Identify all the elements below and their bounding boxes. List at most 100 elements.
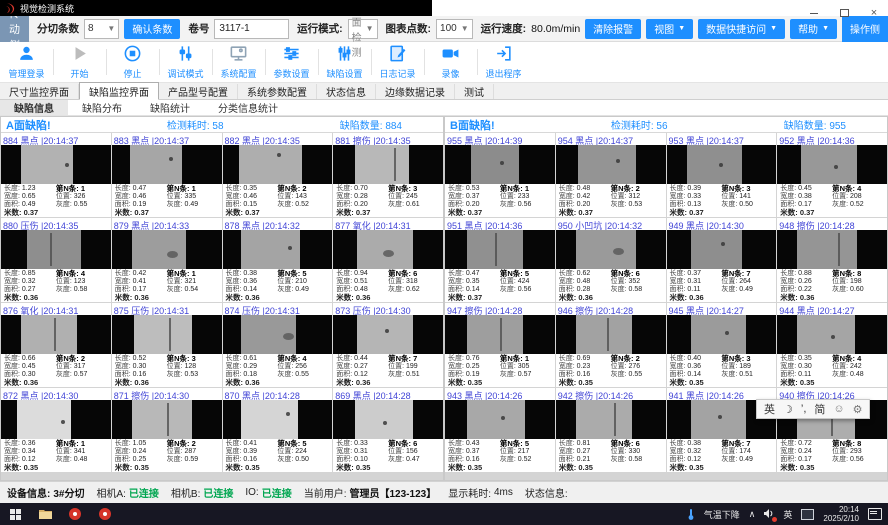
slit-count-select[interactable]: 8 ▼ xyxy=(84,19,119,39)
defect-cell[interactable]: 878 黑点 |20:14:32长度: 0.38宽度: 0.36面积: 0.14… xyxy=(223,218,333,302)
action-center-icon[interactable] xyxy=(868,508,882,520)
moon-icon[interactable]: ☽ xyxy=(783,403,793,416)
defect-cell[interactable]: 882 黑点 |20:14:35长度: 0.35宽度: 0.46面积: 0.15… xyxy=(223,133,333,217)
clear-alarm-button[interactable]: 清除报警 xyxy=(585,19,641,39)
defect-cell[interactable]: 872 黑点 |20:14:30长度: 0.36宽度: 0.34面积: 0.12… xyxy=(1,388,111,472)
simplified-chinese-toggle[interactable]: 简 xyxy=(814,401,825,417)
tab-边缘数据记录[interactable]: 边缘数据记录 xyxy=(376,84,455,99)
tool-defectset[interactable]: 缺陷设置 xyxy=(318,42,371,82)
defect-cell[interactable]: 871 擦伤 |20:14:30长度: 1.05宽度: 0.24面积: 0.25… xyxy=(112,388,222,472)
defect-image[interactable] xyxy=(777,315,887,354)
defect-image[interactable] xyxy=(777,145,887,184)
defect-image[interactable] xyxy=(1,230,111,269)
defect-image[interactable] xyxy=(333,315,443,354)
defect-cell[interactable]: 873 压伤 |20:14:30长度: 0.44宽度: 0.27面积: 0.12… xyxy=(333,303,443,387)
emoji-icon[interactable]: ☺ xyxy=(833,403,844,415)
defect-cell[interactable]: 942 擦伤 |20:14:26长度: 0.81宽度: 0.27面积: 0.21… xyxy=(556,388,666,472)
defect-cell[interactable]: 870 黑点 |20:14:28长度: 0.41宽度: 0.39面积: 0.16… xyxy=(223,388,333,472)
defect-image[interactable] xyxy=(777,230,887,269)
defect-image[interactable] xyxy=(556,400,666,439)
gear-icon[interactable]: ⚙ xyxy=(853,403,863,416)
tab-尺寸监控界面[interactable]: 尺寸监控界面 xyxy=(0,84,79,99)
defect-image[interactable] xyxy=(1,145,111,184)
defect-cell[interactable]: 955 黑点 |20:14:39长度: 0.53宽度: 0.37面积: 0.20… xyxy=(445,133,555,217)
tab-测试[interactable]: 测试 xyxy=(455,84,494,99)
operator-side-button[interactable]: 操作侧 xyxy=(842,16,888,42)
taskbar-clock[interactable]: 20:14 2025/2/10 xyxy=(823,505,859,523)
speaker-icon[interactable] xyxy=(764,509,774,520)
defect-image[interactable] xyxy=(112,230,222,269)
defect-cell[interactable]: 946 擦伤 |20:14:28长度: 0.69宽度: 0.23面积: 0.16… xyxy=(556,303,666,387)
defect-cell[interactable]: 869 黑点 |20:14:28长度: 0.33宽度: 0.31面积: 0.10… xyxy=(333,388,443,472)
tray-expand-chevron[interactable]: ∧ xyxy=(749,509,756,520)
view-menu-button[interactable]: 视图▼ xyxy=(646,19,693,39)
defect-cell[interactable]: 877 氧化 |20:14:31长度: 0.94宽度: 0.51面积: 0.48… xyxy=(333,218,443,302)
defect-image[interactable] xyxy=(112,315,222,354)
punctuation-icon[interactable]: ’, xyxy=(801,403,807,415)
defect-image[interactable] xyxy=(445,230,555,269)
defect-image[interactable] xyxy=(223,145,333,184)
weather-text[interactable]: 气温下降 xyxy=(704,508,740,521)
defect-image[interactable] xyxy=(556,315,666,354)
defect-image[interactable] xyxy=(333,400,443,439)
roll-number-input[interactable]: 3117-1 xyxy=(214,19,289,39)
defect-cell[interactable]: 954 黑点 |20:14:37长度: 0.48宽度: 0.42面积: 0.20… xyxy=(556,133,666,217)
help-menu-button[interactable]: 帮助▼ xyxy=(790,19,837,39)
tool-monitor[interactable]: 系统配置 xyxy=(212,42,265,82)
tool-params[interactable]: 参数设置 xyxy=(265,42,318,82)
defect-image[interactable] xyxy=(667,145,777,184)
defect-cell[interactable]: 944 黑点 |20:14:27长度: 0.35宽度: 0.30面积: 0.11… xyxy=(777,303,887,387)
defect-image[interactable] xyxy=(1,400,111,439)
defect-cell[interactable]: 945 黑点 |20:14:27长度: 0.40宽度: 0.36面积: 0.14… xyxy=(667,303,777,387)
defect-image[interactable] xyxy=(333,230,443,269)
tool-user[interactable]: 管理登录 xyxy=(0,42,53,82)
defect-image[interactable] xyxy=(667,315,777,354)
tool-play[interactable]: 开始 xyxy=(53,42,106,82)
tool-camera[interactable]: 录像 xyxy=(424,42,477,82)
defect-cell[interactable]: 952 黑点 |20:14:36长度: 0.45宽度: 0.38面积: 0.17… xyxy=(777,133,887,217)
defect-image[interactable] xyxy=(445,315,555,354)
run-mode-select[interactable]: 双面检测 ▼ xyxy=(348,19,378,39)
defect-image[interactable] xyxy=(556,145,666,184)
defect-cell[interactable]: 943 黑点 |20:14:26长度: 0.43宽度: 0.37面积: 0.16… xyxy=(445,388,555,472)
tab-缺陷监控界面[interactable]: 缺陷监控界面 xyxy=(79,82,159,100)
data-quick-access-button[interactable]: 数据快捷访问▼ xyxy=(698,19,785,39)
defect-cell[interactable]: 879 黑点 |20:14:33长度: 0.42宽度: 0.41面积: 0.17… xyxy=(112,218,222,302)
subtab-分类信息统计[interactable]: 分类信息统计 xyxy=(204,100,292,115)
tab-产品型号配置[interactable]: 产品型号配置 xyxy=(159,84,238,99)
defect-image[interactable] xyxy=(112,145,222,184)
close-button[interactable]: × xyxy=(868,8,880,18)
drive-side-button[interactable]: 传动侧 xyxy=(0,16,29,42)
defect-cell[interactable]: 883 黑点 |20:14:37长度: 0.47宽度: 0.46面积: 0.19… xyxy=(112,133,222,217)
chart-points-select[interactable]: 100 ▼ xyxy=(436,19,473,39)
tool-log[interactable]: 日志记录 xyxy=(371,42,424,82)
subtab-缺陷信息[interactable]: 缺陷信息 xyxy=(0,100,68,115)
tool-stop[interactable]: 停止 xyxy=(106,42,159,82)
defect-image[interactable] xyxy=(223,230,333,269)
defect-image[interactable] xyxy=(445,145,555,184)
ime-keyboard-icon[interactable] xyxy=(801,509,814,520)
tab-系统参数配置[interactable]: 系统参数配置 xyxy=(238,84,317,99)
defect-cell[interactable]: 953 黑点 |20:14:37长度: 0.39宽度: 0.33面积: 0.13… xyxy=(667,133,777,217)
defect-cell[interactable]: 947 擦伤 |20:14:28长度: 0.76宽度: 0.25面积: 0.19… xyxy=(445,303,555,387)
defect-image[interactable] xyxy=(223,315,333,354)
defect-cell[interactable]: 951 黑点 |20:14:36长度: 0.47宽度: 0.35面积: 0.14… xyxy=(445,218,555,302)
taskbar-language-indicator[interactable]: 英 xyxy=(783,508,792,521)
tool-debug[interactable]: 调试模式 xyxy=(159,42,212,82)
defect-image[interactable] xyxy=(1,315,111,354)
defect-cell[interactable]: 950 小凹坑 |20:14:32长度: 0.62宽度: 0.48面积: 0.2… xyxy=(556,218,666,302)
defect-image[interactable] xyxy=(223,400,333,439)
defect-image[interactable] xyxy=(445,400,555,439)
subtab-缺陷分布[interactable]: 缺陷分布 xyxy=(68,100,136,115)
tab-状态信息[interactable]: 状态信息 xyxy=(317,84,376,99)
ime-language-toggle[interactable]: 英 xyxy=(764,401,775,417)
subtab-缺陷统计[interactable]: 缺陷统计 xyxy=(136,100,204,115)
defect-cell[interactable]: 884 黑点 |20:14:37长度: 1.23宽度: 0.65面积: 0.49… xyxy=(1,133,111,217)
defect-cell[interactable]: 875 压伤 |20:14:31长度: 0.52宽度: 0.30面积: 0.16… xyxy=(112,303,222,387)
confirm-count-button[interactable]: 确认条数 xyxy=(124,19,180,39)
tool-exit[interactable]: 退出程序 xyxy=(477,42,530,82)
defect-cell[interactable]: 881 擦伤 |20:14:35长度: 0.70宽度: 0.28面积: 0.20… xyxy=(333,133,443,217)
defect-image[interactable] xyxy=(556,230,666,269)
defect-cell[interactable]: 880 压伤 |20:14:35长度: 0.85宽度: 0.32面积: 0.27… xyxy=(1,218,111,302)
maximize-button[interactable] xyxy=(838,8,850,18)
